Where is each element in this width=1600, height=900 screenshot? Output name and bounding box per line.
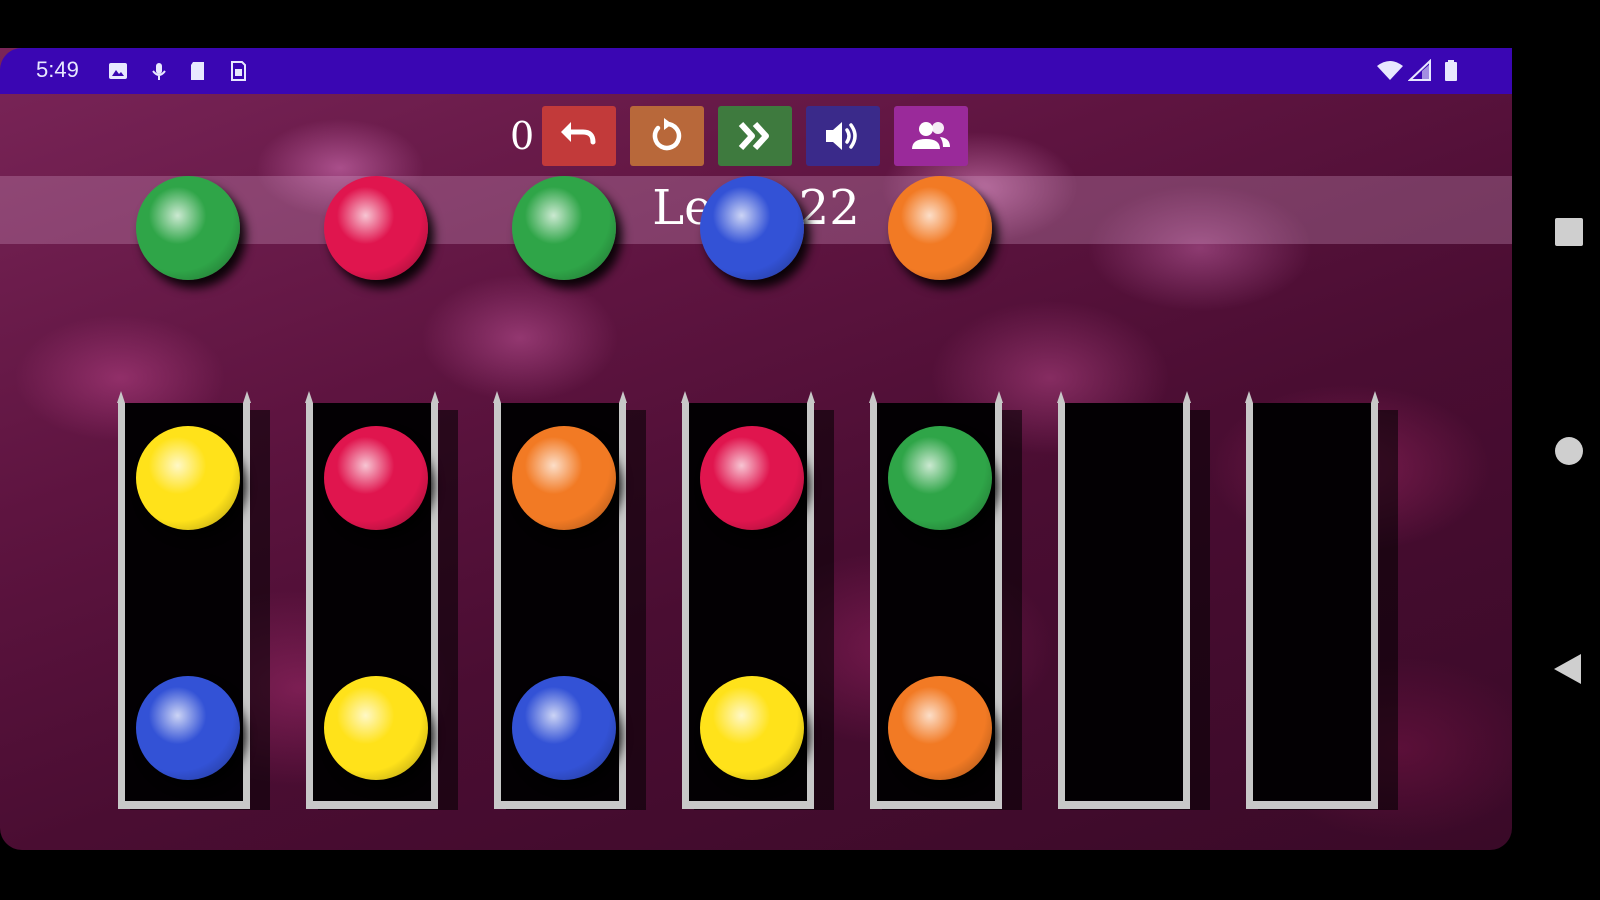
tube-1[interactable] [117,176,251,809]
navigation-bar [1512,0,1600,900]
restart-icon [652,118,682,151]
blue-ball[interactable] [136,676,240,780]
orange-ball[interactable] [888,176,992,280]
red-ball[interactable] [700,426,804,530]
wifi-icon [1376,59,1404,83]
red-ball[interactable] [324,176,428,280]
green-ball[interactable] [512,176,616,280]
restart-button[interactable] [630,106,704,166]
game-screen: 5:49 0 22 [0,48,1512,850]
players-button[interactable] [894,106,968,166]
skip-button[interactable] [718,106,792,166]
red-ball[interactable] [324,426,428,530]
signal-icon [1407,58,1434,83]
yellow-ball[interactable] [136,426,240,530]
orange-ball[interactable] [512,426,616,530]
mic-icon [148,59,170,83]
status-time: 5:49 [36,57,79,82]
sim-icon [226,59,248,83]
fast-forward-icon [738,121,769,151]
yellow-ball[interactable] [700,676,804,780]
yellow-ball[interactable] [324,676,428,780]
sd-card-icon [187,59,209,83]
tube-5[interactable] [869,176,1003,809]
blue-ball[interactable] [512,676,616,780]
home-icon[interactable] [1555,437,1583,465]
undo-button[interactable] [542,106,616,166]
people-icon [912,122,950,149]
sound-button[interactable] [806,106,880,166]
tube-2[interactable] [305,176,439,809]
undo-icon [561,122,596,145]
back-icon[interactable] [1554,654,1581,684]
speaker-icon [826,122,857,150]
blue-ball[interactable] [700,176,804,280]
photo-icon [107,59,129,83]
tube-7[interactable] [1245,391,1379,809]
move-counter: 0 [510,114,535,158]
green-ball[interactable] [888,426,992,530]
green-ball[interactable] [136,176,240,280]
tube-6[interactable] [1057,391,1191,809]
recents-icon[interactable] [1555,218,1583,246]
tube-3[interactable] [493,176,627,809]
status-bar: 5:49 [0,48,1512,94]
tube-4[interactable] [681,176,815,809]
battery-icon [1443,59,1459,83]
orange-ball[interactable] [888,676,992,780]
